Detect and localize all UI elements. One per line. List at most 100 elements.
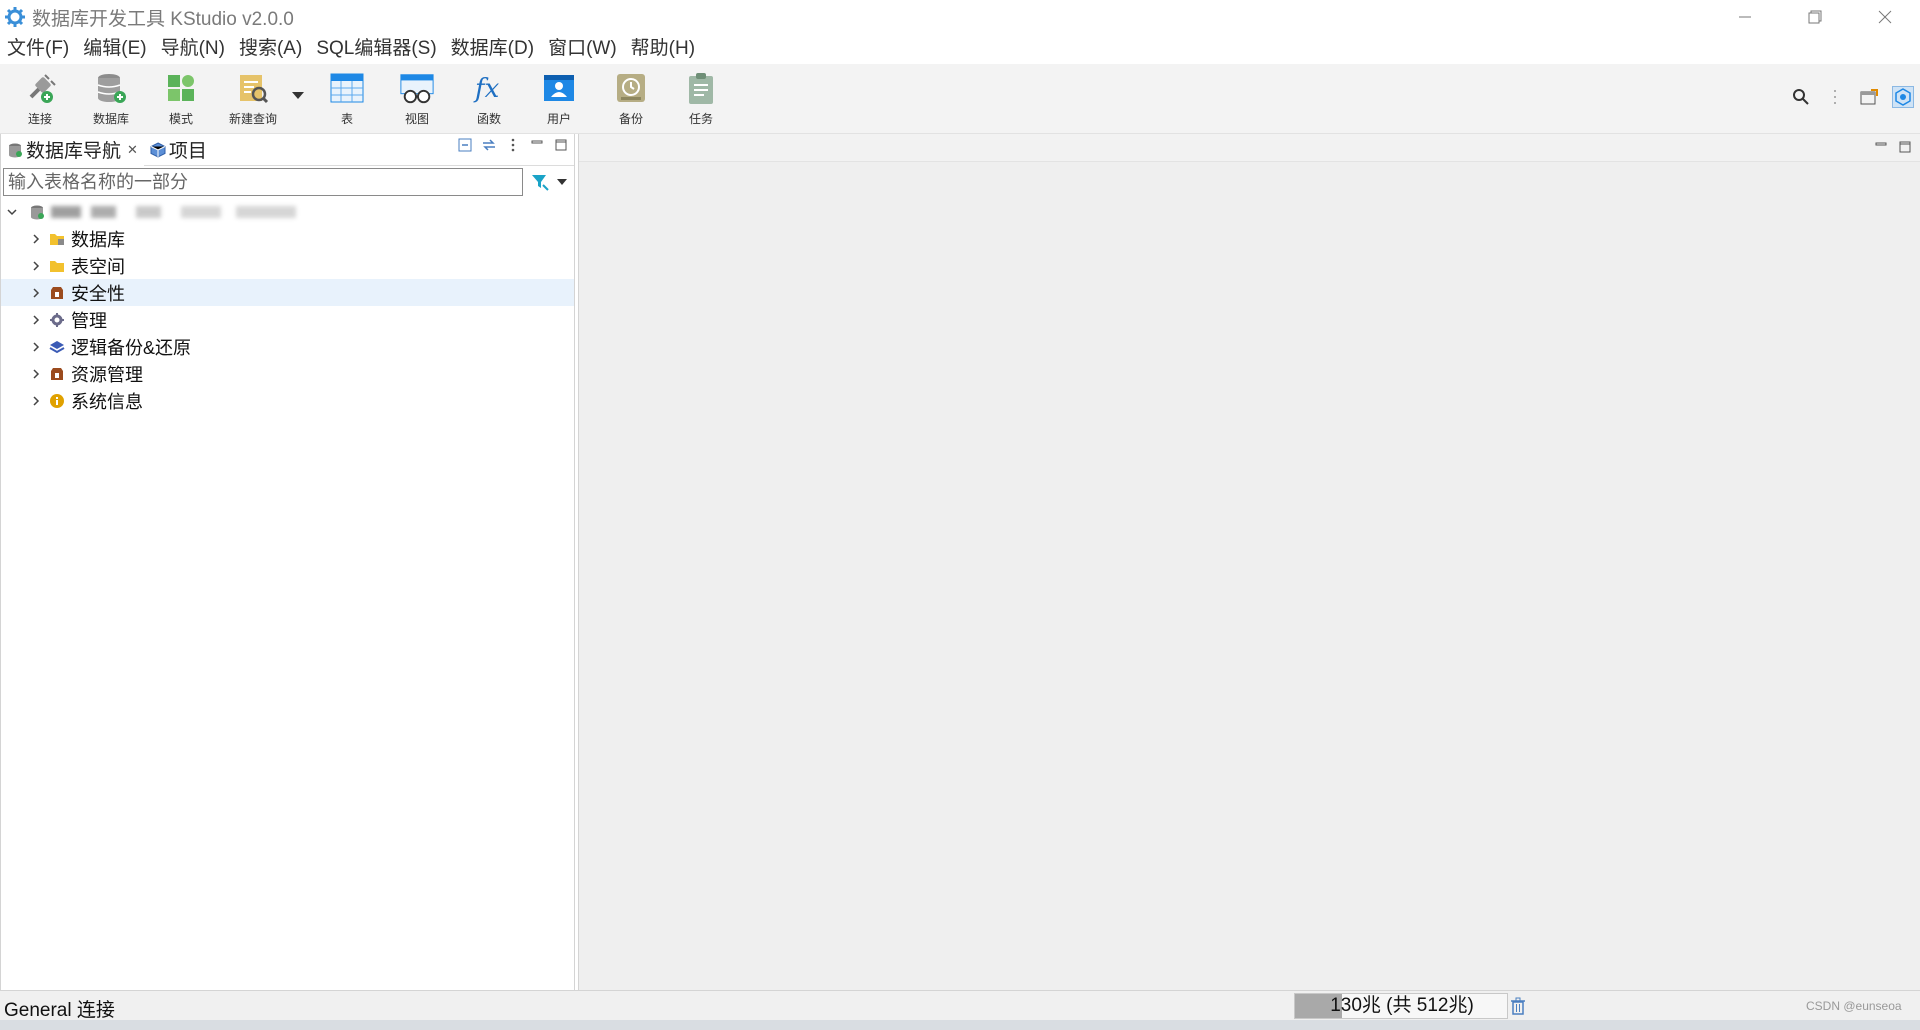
- chevron-right-icon[interactable]: [29, 286, 43, 300]
- function-button[interactable]: fx 函数: [456, 70, 522, 130]
- task-icon: [683, 70, 719, 106]
- menu-database[interactable]: 数据库(D): [444, 34, 541, 64]
- backup-label: 备份: [618, 112, 643, 126]
- function-icon: fx: [471, 70, 507, 106]
- plug-connect-icon: [22, 70, 58, 106]
- tree-item-system-info[interactable]: 系统信息: [1, 387, 574, 414]
- view-menu-icon[interactable]: [506, 138, 520, 152]
- database-tree: 数据库 表空间 安全性 管理 逻辑备份&还原 资源管理 系统信息: [1, 198, 574, 414]
- tree-item-label: 资源管理: [71, 364, 143, 385]
- heap-usage-text: 130兆 (共 512兆): [1330, 995, 1474, 1016]
- new-query-icon: [235, 70, 271, 106]
- tree-item-label: 表空间: [71, 256, 125, 277]
- folder-icon: [49, 258, 65, 274]
- maximize-panel-icon[interactable]: [554, 138, 568, 152]
- menu-navigate[interactable]: 导航(N): [154, 34, 232, 64]
- chevron-down-icon[interactable]: [5, 205, 19, 219]
- restore-button[interactable]: [1780, 0, 1850, 34]
- tab-project[interactable]: 项目: [144, 134, 213, 166]
- menu-edit[interactable]: 编辑(E): [76, 34, 153, 64]
- open-perspective-icon[interactable]: [1858, 86, 1880, 108]
- window-title: 数据库开发工具 KStudio v2.0.0: [32, 8, 294, 30]
- new-query-dropdown-arrow[interactable]: [292, 92, 304, 99]
- user-icon: [541, 70, 577, 106]
- tree-root-connection[interactable]: [1, 198, 574, 225]
- schema-button[interactable]: 模式: [148, 70, 214, 130]
- view-label: 视图: [404, 112, 429, 126]
- view-icon: [399, 70, 435, 106]
- function-label: 函数: [476, 112, 501, 126]
- connect-button[interactable]: 连接: [7, 70, 73, 130]
- backup-icon: [613, 70, 649, 106]
- database-navigator-panel: 数据库导航 ✕ 项目 输入表格名称的一部分 数据库 表空间 安全性 管理 逻辑备…: [0, 133, 575, 990]
- tree-item-resource-management[interactable]: 资源管理: [1, 360, 574, 387]
- info-icon: [49, 393, 65, 409]
- user-button[interactable]: 用户: [526, 70, 592, 130]
- run-gc-trash-icon[interactable]: [1510, 997, 1526, 1015]
- chevron-right-icon[interactable]: [29, 367, 43, 381]
- tree-item-logical-backup[interactable]: 逻辑备份&还原: [1, 333, 574, 360]
- main-toolbar: 连接 数据库 模式 新建查询 表 视图 fx 函数 用户 备份 任务: [0, 64, 1920, 134]
- table-button[interactable]: 表: [314, 70, 380, 130]
- table-filter-input[interactable]: [3, 168, 523, 196]
- gear-icon: [49, 312, 65, 328]
- folder-database-icon: [49, 231, 65, 247]
- menu-file[interactable]: 文件(F): [0, 34, 76, 64]
- tab-project-label: 项目: [168, 141, 207, 162]
- table-label: 表: [340, 112, 353, 126]
- chevron-right-icon[interactable]: [29, 232, 43, 246]
- redacted-connection-name: [51, 205, 296, 218]
- menu-search[interactable]: 搜索(A): [232, 34, 309, 64]
- taskbar-strip: [0, 1020, 1920, 1030]
- filter-dropdown-arrow[interactable]: [557, 179, 567, 185]
- maximize-editor-icon[interactable]: [1898, 140, 1912, 154]
- database-nav-icon: [7, 142, 23, 158]
- database-label: 数据库: [92, 112, 129, 126]
- tab-database-navigator-label: 数据库导航: [26, 141, 122, 162]
- title-bar: 数据库开发工具 KStudio v2.0.0: [0, 0, 1920, 34]
- project-icon: [150, 141, 166, 158]
- database-button[interactable]: 数据库: [78, 70, 144, 130]
- tree-item-tablespaces[interactable]: 表空间: [1, 252, 574, 279]
- view-button[interactable]: 视图: [384, 70, 450, 130]
- filter-icon[interactable]: [531, 173, 549, 191]
- task-button[interactable]: 任务: [668, 70, 734, 130]
- tree-item-databases[interactable]: 数据库: [1, 225, 574, 252]
- minimize-editor-icon[interactable]: [1874, 140, 1888, 154]
- link-with-editor-icon[interactable]: [482, 138, 496, 152]
- backup-button[interactable]: 备份: [598, 70, 664, 130]
- minimize-panel-icon[interactable]: [530, 138, 544, 152]
- connection-icon: [29, 204, 45, 220]
- status-text: General 连接: [4, 1000, 115, 1021]
- toolbar-separator-icon: [1824, 86, 1846, 108]
- collapse-all-icon[interactable]: [458, 138, 472, 152]
- close-button[interactable]: [1850, 0, 1920, 34]
- close-tab-icon[interactable]: ✕: [127, 142, 138, 158]
- tab-database-navigator[interactable]: 数据库导航 ✕: [1, 133, 144, 166]
- new-query-button[interactable]: 新建查询: [220, 70, 286, 130]
- menu-bar: 文件(F) 编辑(E) 导航(N) 搜索(A) SQL编辑器(S) 数据库(D)…: [0, 34, 1920, 64]
- database-perspective-icon[interactable]: [1892, 86, 1914, 108]
- schema-icon: [163, 70, 199, 106]
- editor-area: [578, 134, 1920, 990]
- heap-status[interactable]: 130兆 (共 512兆): [1294, 993, 1508, 1019]
- database-add-icon: [93, 70, 129, 106]
- chevron-right-icon[interactable]: [29, 394, 43, 408]
- search-icon[interactable]: [1790, 86, 1812, 108]
- tree-item-management[interactable]: 管理: [1, 306, 574, 333]
- menu-window[interactable]: 窗口(W): [541, 34, 624, 64]
- chevron-right-icon[interactable]: [29, 340, 43, 354]
- menu-sql-editor[interactable]: SQL编辑器(S): [309, 34, 443, 64]
- tree-item-label: 管理: [71, 310, 107, 331]
- connect-label: 连接: [27, 112, 52, 126]
- chevron-right-icon[interactable]: [29, 259, 43, 273]
- svg-text:fx: fx: [473, 74, 500, 104]
- user-label: 用户: [546, 112, 571, 126]
- menu-help[interactable]: 帮助(H): [624, 34, 702, 64]
- task-label: 任务: [688, 112, 713, 126]
- chevron-right-icon[interactable]: [29, 313, 43, 327]
- minimize-button[interactable]: [1710, 0, 1780, 34]
- tree-item-security[interactable]: 安全性: [1, 279, 574, 306]
- navigator-tabs: 数据库导航 ✕ 项目: [1, 133, 574, 166]
- layers-icon: [49, 339, 65, 355]
